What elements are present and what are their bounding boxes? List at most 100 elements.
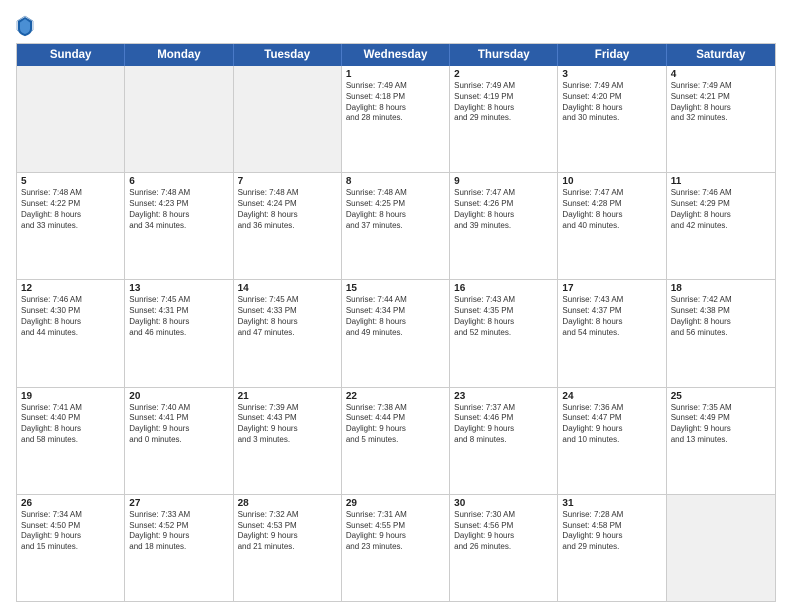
day-info-28: Sunrise: 7:32 AM Sunset: 4:53 PM Dayligh… [238, 510, 337, 553]
day-info-16: Sunrise: 7:43 AM Sunset: 4:35 PM Dayligh… [454, 295, 553, 338]
day-number-20: 20 [129, 391, 228, 402]
day-info-29: Sunrise: 7:31 AM Sunset: 4:55 PM Dayligh… [346, 510, 445, 553]
day-info-8: Sunrise: 7:48 AM Sunset: 4:25 PM Dayligh… [346, 188, 445, 231]
day-cell-26: 26Sunrise: 7:34 AM Sunset: 4:50 PM Dayli… [17, 495, 125, 601]
day-number-15: 15 [346, 283, 445, 294]
day-info-17: Sunrise: 7:43 AM Sunset: 4:37 PM Dayligh… [562, 295, 661, 338]
day-info-7: Sunrise: 7:48 AM Sunset: 4:24 PM Dayligh… [238, 188, 337, 231]
day-info-1: Sunrise: 7:49 AM Sunset: 4:18 PM Dayligh… [346, 81, 445, 124]
day-cell-8: 8Sunrise: 7:48 AM Sunset: 4:25 PM Daylig… [342, 173, 450, 279]
page: SundayMondayTuesdayWednesdayThursdayFrid… [0, 0, 792, 612]
day-number-27: 27 [129, 498, 228, 509]
day-number-14: 14 [238, 283, 337, 294]
day-info-10: Sunrise: 7:47 AM Sunset: 4:28 PM Dayligh… [562, 188, 661, 231]
day-cell-31: 31Sunrise: 7:28 AM Sunset: 4:58 PM Dayli… [558, 495, 666, 601]
day-number-11: 11 [671, 176, 771, 187]
calendar-row-4: 26Sunrise: 7:34 AM Sunset: 4:50 PM Dayli… [17, 495, 775, 601]
day-cell-17: 17Sunrise: 7:43 AM Sunset: 4:37 PM Dayli… [558, 280, 666, 386]
day-number-24: 24 [562, 391, 661, 402]
day-info-3: Sunrise: 7:49 AM Sunset: 4:20 PM Dayligh… [562, 81, 661, 124]
weekday-header-thursday: Thursday [450, 44, 558, 66]
day-number-2: 2 [454, 69, 553, 80]
day-cell-2: 2Sunrise: 7:49 AM Sunset: 4:19 PM Daylig… [450, 66, 558, 172]
day-number-28: 28 [238, 498, 337, 509]
day-cell-24: 24Sunrise: 7:36 AM Sunset: 4:47 PM Dayli… [558, 388, 666, 494]
empty-cell-0-0 [17, 66, 125, 172]
day-info-22: Sunrise: 7:38 AM Sunset: 4:44 PM Dayligh… [346, 403, 445, 446]
day-number-26: 26 [21, 498, 120, 509]
day-number-29: 29 [346, 498, 445, 509]
day-cell-4: 4Sunrise: 7:49 AM Sunset: 4:21 PM Daylig… [667, 66, 775, 172]
day-number-18: 18 [671, 283, 771, 294]
day-cell-18: 18Sunrise: 7:42 AM Sunset: 4:38 PM Dayli… [667, 280, 775, 386]
day-number-30: 30 [454, 498, 553, 509]
day-cell-1: 1Sunrise: 7:49 AM Sunset: 4:18 PM Daylig… [342, 66, 450, 172]
day-number-6: 6 [129, 176, 228, 187]
day-info-6: Sunrise: 7:48 AM Sunset: 4:23 PM Dayligh… [129, 188, 228, 231]
calendar-row-1: 5Sunrise: 7:48 AM Sunset: 4:22 PM Daylig… [17, 173, 775, 280]
weekday-header-friday: Friday [558, 44, 666, 66]
day-cell-3: 3Sunrise: 7:49 AM Sunset: 4:20 PM Daylig… [558, 66, 666, 172]
day-number-25: 25 [671, 391, 771, 402]
day-info-12: Sunrise: 7:46 AM Sunset: 4:30 PM Dayligh… [21, 295, 120, 338]
day-number-19: 19 [21, 391, 120, 402]
weekday-header-saturday: Saturday [667, 44, 775, 66]
day-info-15: Sunrise: 7:44 AM Sunset: 4:34 PM Dayligh… [346, 295, 445, 338]
day-number-4: 4 [671, 69, 771, 80]
day-cell-30: 30Sunrise: 7:30 AM Sunset: 4:56 PM Dayli… [450, 495, 558, 601]
empty-cell-0-1 [125, 66, 233, 172]
calendar-header-row: SundayMondayTuesdayWednesdayThursdayFrid… [17, 44, 775, 66]
logo-icon [16, 15, 34, 37]
day-number-7: 7 [238, 176, 337, 187]
day-info-31: Sunrise: 7:28 AM Sunset: 4:58 PM Dayligh… [562, 510, 661, 553]
header [16, 14, 776, 37]
day-number-5: 5 [21, 176, 120, 187]
day-cell-28: 28Sunrise: 7:32 AM Sunset: 4:53 PM Dayli… [234, 495, 342, 601]
calendar-row-3: 19Sunrise: 7:41 AM Sunset: 4:40 PM Dayli… [17, 388, 775, 495]
day-info-21: Sunrise: 7:39 AM Sunset: 4:43 PM Dayligh… [238, 403, 337, 446]
calendar-row-2: 12Sunrise: 7:46 AM Sunset: 4:30 PM Dayli… [17, 280, 775, 387]
day-cell-23: 23Sunrise: 7:37 AM Sunset: 4:46 PM Dayli… [450, 388, 558, 494]
day-info-27: Sunrise: 7:33 AM Sunset: 4:52 PM Dayligh… [129, 510, 228, 553]
weekday-header-tuesday: Tuesday [234, 44, 342, 66]
day-info-25: Sunrise: 7:35 AM Sunset: 4:49 PM Dayligh… [671, 403, 771, 446]
day-number-31: 31 [562, 498, 661, 509]
day-cell-7: 7Sunrise: 7:48 AM Sunset: 4:24 PM Daylig… [234, 173, 342, 279]
day-number-13: 13 [129, 283, 228, 294]
empty-cell-4-6 [667, 495, 775, 601]
day-cell-20: 20Sunrise: 7:40 AM Sunset: 4:41 PM Dayli… [125, 388, 233, 494]
day-info-13: Sunrise: 7:45 AM Sunset: 4:31 PM Dayligh… [129, 295, 228, 338]
day-cell-16: 16Sunrise: 7:43 AM Sunset: 4:35 PM Dayli… [450, 280, 558, 386]
weekday-header-wednesday: Wednesday [342, 44, 450, 66]
day-cell-10: 10Sunrise: 7:47 AM Sunset: 4:28 PM Dayli… [558, 173, 666, 279]
day-number-8: 8 [346, 176, 445, 187]
weekday-header-monday: Monday [125, 44, 233, 66]
day-cell-5: 5Sunrise: 7:48 AM Sunset: 4:22 PM Daylig… [17, 173, 125, 279]
day-info-18: Sunrise: 7:42 AM Sunset: 4:38 PM Dayligh… [671, 295, 771, 338]
day-cell-21: 21Sunrise: 7:39 AM Sunset: 4:43 PM Dayli… [234, 388, 342, 494]
day-info-2: Sunrise: 7:49 AM Sunset: 4:19 PM Dayligh… [454, 81, 553, 124]
day-cell-19: 19Sunrise: 7:41 AM Sunset: 4:40 PM Dayli… [17, 388, 125, 494]
day-number-3: 3 [562, 69, 661, 80]
day-cell-14: 14Sunrise: 7:45 AM Sunset: 4:33 PM Dayli… [234, 280, 342, 386]
day-number-12: 12 [21, 283, 120, 294]
day-number-17: 17 [562, 283, 661, 294]
day-info-30: Sunrise: 7:30 AM Sunset: 4:56 PM Dayligh… [454, 510, 553, 553]
day-cell-25: 25Sunrise: 7:35 AM Sunset: 4:49 PM Dayli… [667, 388, 775, 494]
day-cell-6: 6Sunrise: 7:48 AM Sunset: 4:23 PM Daylig… [125, 173, 233, 279]
day-number-16: 16 [454, 283, 553, 294]
day-info-14: Sunrise: 7:45 AM Sunset: 4:33 PM Dayligh… [238, 295, 337, 338]
day-info-4: Sunrise: 7:49 AM Sunset: 4:21 PM Dayligh… [671, 81, 771, 124]
calendar: SundayMondayTuesdayWednesdayThursdayFrid… [16, 43, 776, 602]
day-info-9: Sunrise: 7:47 AM Sunset: 4:26 PM Dayligh… [454, 188, 553, 231]
day-number-1: 1 [346, 69, 445, 80]
day-number-23: 23 [454, 391, 553, 402]
logo [16, 14, 36, 37]
calendar-body: 1Sunrise: 7:49 AM Sunset: 4:18 PM Daylig… [17, 66, 775, 601]
day-info-11: Sunrise: 7:46 AM Sunset: 4:29 PM Dayligh… [671, 188, 771, 231]
day-cell-27: 27Sunrise: 7:33 AM Sunset: 4:52 PM Dayli… [125, 495, 233, 601]
calendar-row-0: 1Sunrise: 7:49 AM Sunset: 4:18 PM Daylig… [17, 66, 775, 173]
day-cell-29: 29Sunrise: 7:31 AM Sunset: 4:55 PM Dayli… [342, 495, 450, 601]
day-info-26: Sunrise: 7:34 AM Sunset: 4:50 PM Dayligh… [21, 510, 120, 553]
day-cell-9: 9Sunrise: 7:47 AM Sunset: 4:26 PM Daylig… [450, 173, 558, 279]
